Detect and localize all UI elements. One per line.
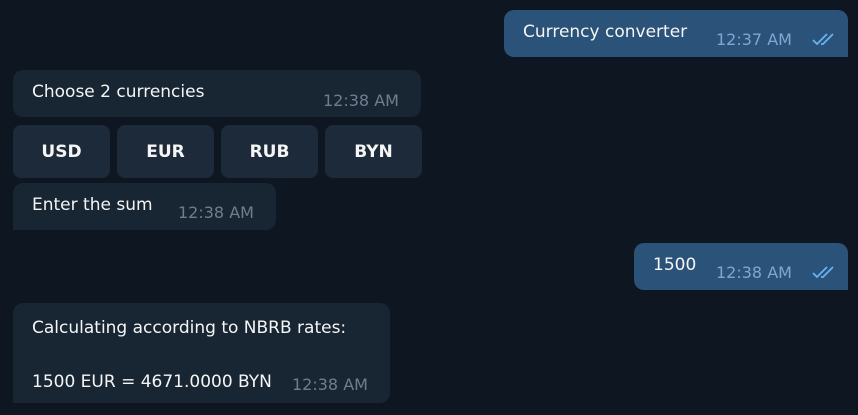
message-outgoing: 1500 12:38 AM (634, 243, 848, 290)
message-text: Currency converter (523, 22, 688, 42)
message-time: 12:38 AM (323, 91, 399, 110)
message-incoming: Choose 2 currencies 12:38 AM (13, 70, 421, 117)
keyboard-button-usd[interactable]: USD (13, 125, 110, 178)
keyboard-button-eur[interactable]: EUR (117, 125, 214, 178)
message-time: 12:37 AM (716, 30, 792, 49)
keyboard-button-byn[interactable]: BYN (325, 125, 422, 178)
message-incoming: Enter the sum 12:38 AM (13, 183, 276, 230)
message-text: Choose 2 currencies (32, 82, 205, 102)
message-outgoing: Currency converter 12:37 AM (504, 10, 848, 57)
message-time: 12:38 AM (178, 203, 254, 222)
message-time: 12:38 AM (292, 375, 368, 394)
message-text: 1500 (653, 255, 697, 275)
message-time: 12:38 AM (716, 263, 792, 282)
message-text: Enter the sum (32, 195, 153, 215)
double-check-icon (812, 266, 834, 279)
double-check-icon (812, 33, 834, 46)
keyboard-button-rub[interactable]: RUB (221, 125, 318, 178)
message-incoming: Calculating according to NBRB rates: 150… (13, 303, 390, 403)
